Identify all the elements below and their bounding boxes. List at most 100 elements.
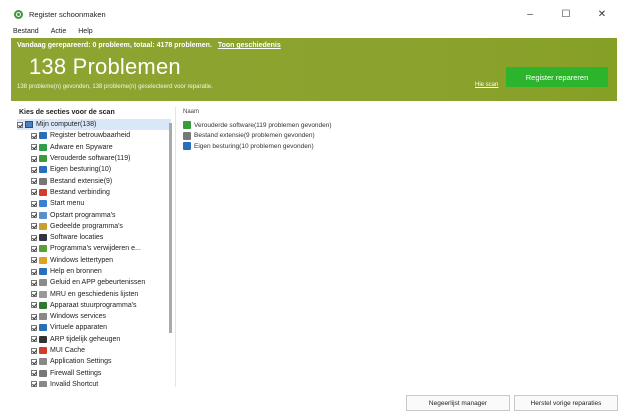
result-label: Verouderde software(119 problemen gevond… (194, 121, 332, 129)
item-checkbox[interactable] (31, 336, 37, 343)
tree-item[interactable]: Geluid en APP gebeurtenissen (31, 277, 171, 288)
item-checkbox[interactable] (31, 212, 37, 219)
file-link-icon (39, 188, 47, 196)
tree-item[interactable]: Gedeelde programma's (31, 221, 171, 232)
virtual-icon (39, 324, 47, 332)
menu-actie[interactable]: Actie (51, 28, 67, 35)
tree-item-label: Verouderde software(119) (50, 155, 131, 163)
tree-item[interactable]: Windows services (31, 311, 171, 322)
result-label: Eigen besturing(10 problemen gevonden) (194, 142, 314, 150)
item-checkbox[interactable] (31, 245, 37, 252)
tree-item[interactable]: Invalid Shortcut (31, 379, 171, 387)
item-checkbox[interactable] (31, 302, 37, 309)
help-icon (39, 268, 47, 275)
tree-item-label: Programma's verwijderen e... (50, 245, 141, 253)
file-icon (183, 131, 191, 140)
tree-item[interactable]: Start menu (31, 198, 171, 209)
tree-item[interactable]: Opstart programma's (31, 209, 171, 220)
tree-item[interactable]: Application Settings (31, 356, 171, 367)
firewall-icon (39, 369, 47, 377)
font-icon (39, 256, 47, 264)
tree-item[interactable]: MRU en geschiedenis lijsten (31, 288, 171, 299)
restore-repairs-button[interactable]: Herstel vorige reparaties (514, 395, 618, 411)
tree-scrollbar[interactable] (169, 123, 172, 333)
menu-help[interactable]: Help (78, 28, 92, 35)
item-checkbox[interactable] (31, 189, 37, 196)
root-checkbox[interactable] (17, 121, 23, 128)
menu-bestand[interactable]: Bestand (13, 28, 39, 35)
tree-item[interactable]: Virtuele apparaten (31, 322, 171, 333)
result-row[interactable]: Eigen besturing(10 problemen gevonden) (183, 141, 332, 152)
result-row[interactable]: Bestand extensie(9 problemen gevonden) (183, 131, 332, 142)
item-checkbox[interactable] (31, 178, 37, 185)
startup-icon (39, 211, 47, 219)
tree-item-label: Bestand extensie(9) (50, 177, 113, 185)
results-list: Verouderde software(119 problemen gevond… (183, 120, 332, 152)
tree-item[interactable]: MUI Cache (31, 345, 171, 356)
tree-item[interactable]: ARP tijdelijk geheugen (31, 334, 171, 345)
history-icon (39, 290, 47, 298)
item-checkbox[interactable] (31, 370, 37, 377)
tree-item-label: Windows services (50, 313, 107, 321)
tree-item[interactable]: Verouderde software(119) (31, 153, 171, 164)
menu-bar: Bestand Actie Help (9, 25, 99, 37)
item-checkbox[interactable] (31, 257, 37, 264)
tree-item-label: MRU en geschiedenis lijsten (50, 290, 139, 298)
tree-item[interactable]: Programma's verwijderen e... (31, 243, 171, 254)
status-banner: Vandaag gerepareerd: 0 probleem, totaal:… (11, 38, 617, 101)
ignore-list-manager-button[interactable]: Negeerlijst manager (406, 395, 510, 411)
item-checkbox[interactable] (31, 132, 37, 139)
software-icon (39, 155, 47, 163)
tree-item-label: Virtuele apparaten (50, 324, 108, 332)
item-checkbox[interactable] (31, 279, 37, 286)
tree-item[interactable]: Register betrouwbaarheid (31, 130, 171, 141)
summary-text: Vandaag gerepareerd: 0 probleem, totaal:… (17, 42, 212, 49)
item-checkbox[interactable] (31, 166, 37, 173)
tree-item-label: Eigen besturing(10) (50, 166, 112, 174)
item-checkbox[interactable] (31, 313, 37, 320)
tree-item[interactable]: Bestand verbinding (31, 187, 171, 198)
item-checkbox[interactable] (31, 144, 37, 151)
tree-item[interactable]: Apparaat stuurprogramma's (31, 300, 171, 311)
tree-item-label: ARP tijdelijk geheugen (50, 335, 121, 343)
tree-item-label: Apparaat stuurprogramma's (50, 301, 137, 309)
panel-divider (175, 107, 176, 387)
tree-item[interactable]: Eigen besturing(10) (31, 164, 171, 175)
item-checkbox[interactable] (31, 381, 37, 387)
item-checkbox[interactable] (31, 268, 37, 275)
tree-root-my-computer[interactable]: Mijn computer(138) (17, 119, 171, 131)
item-checkbox[interactable] (31, 200, 37, 207)
item-checkbox[interactable] (31, 155, 37, 162)
tree-item[interactable]: Software locaties (31, 232, 171, 243)
root-label: Mijn computer(138) (36, 121, 97, 129)
item-checkbox[interactable] (31, 324, 37, 331)
item-checkbox[interactable] (31, 358, 37, 365)
tree-item-label: Geluid en APP gebeurtenissen (50, 279, 146, 287)
scan-sections-tree: Mijn computer(138) Register betrouwbaarh… (17, 119, 171, 387)
result-label: Bestand extensie(9 problemen gevonden) (194, 132, 315, 140)
tree-item[interactable]: Windows lettertypen (31, 255, 171, 266)
close-button[interactable]: ✕ (584, 3, 620, 25)
maximize-button[interactable]: ☐ (548, 3, 584, 25)
computer-icon (25, 121, 33, 129)
result-row[interactable]: Verouderde software(119 problemen gevond… (183, 120, 332, 131)
tree-item[interactable]: Adware en Spyware (31, 142, 171, 153)
item-checkbox[interactable] (31, 347, 37, 354)
tree-item[interactable]: Firewall Settings (31, 368, 171, 379)
tree-item-label: Windows lettertypen (50, 256, 114, 264)
cache-icon (39, 347, 47, 355)
file-icon (39, 177, 47, 185)
tree-item-label: Firewall Settings (50, 369, 102, 377)
minimize-button[interactable]: – (512, 3, 548, 25)
item-checkbox[interactable] (31, 223, 37, 230)
hide-scan-link[interactable]: Hie scan (475, 82, 498, 88)
item-checkbox[interactable] (31, 234, 37, 241)
repair-registry-button[interactable]: Register repareren (506, 67, 608, 87)
tree-item[interactable]: Help en bronnen (31, 266, 171, 277)
item-checkbox[interactable] (31, 291, 37, 298)
start-menu-icon (39, 200, 47, 208)
history-link[interactable]: Toon geschiedenis (218, 42, 281, 49)
bottom-bar: Negeerlijst manager Herstel vorige repar… (9, 391, 620, 411)
repair-summary: Vandaag gerepareerd: 0 probleem, totaal:… (17, 42, 281, 49)
tree-item[interactable]: Bestand extensie(9) (31, 175, 171, 186)
